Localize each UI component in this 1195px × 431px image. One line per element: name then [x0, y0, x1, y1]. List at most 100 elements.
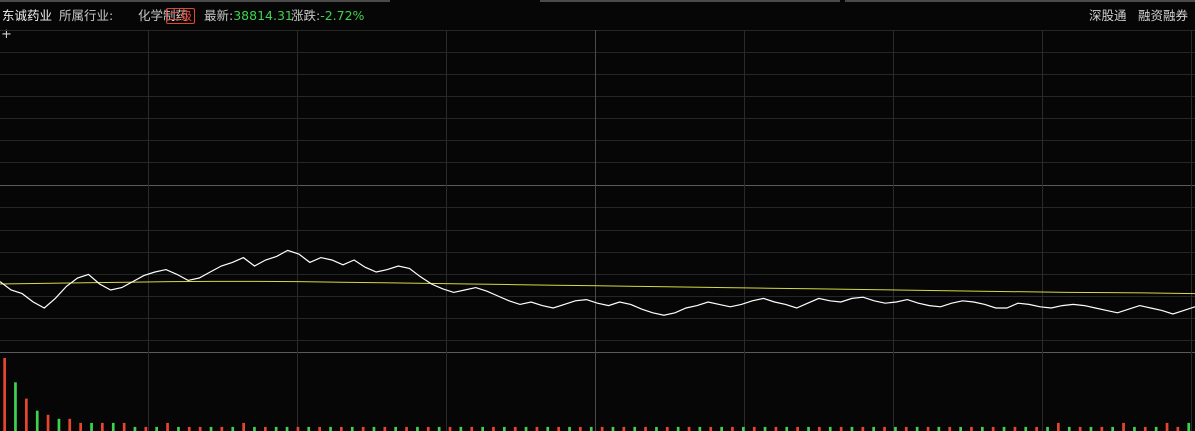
volume-bar — [340, 426, 343, 431]
volume-bar — [970, 426, 973, 431]
volume-bar — [937, 426, 941, 431]
volume-bar — [915, 426, 919, 431]
volume-bar — [372, 426, 376, 431]
volume-bar — [579, 426, 582, 431]
average-price-line — [0, 280, 1195, 295]
volume-bar — [774, 426, 778, 431]
chart-grid — [0, 30, 1195, 431]
volume-bar — [665, 426, 669, 431]
volume-bar — [720, 426, 723, 431]
volume-bar — [307, 426, 311, 431]
volume-bar — [687, 426, 691, 431]
volume-bar — [383, 426, 387, 431]
volume-bar — [79, 422, 82, 431]
volume-bar — [785, 426, 789, 431]
volume-bar — [535, 426, 539, 431]
volume-bar — [894, 426, 897, 431]
volume-bar — [144, 426, 148, 431]
volume-bar — [242, 422, 245, 431]
volume-bar — [394, 426, 397, 431]
volume-bar — [274, 426, 278, 431]
volume-bar — [589, 426, 593, 431]
volume-bar — [655, 426, 658, 431]
volume-bars — [3, 358, 1191, 431]
volume-bar — [981, 426, 984, 431]
volume-bar — [1013, 426, 1017, 431]
volume-bar — [90, 422, 93, 431]
volume-bar — [437, 426, 441, 431]
volume-bar — [329, 426, 332, 431]
volume-bar — [416, 426, 419, 431]
volume-bar — [57, 418, 61, 431]
volume-bar — [1035, 426, 1038, 431]
volume-bar — [839, 426, 843, 431]
volume-bar — [361, 426, 365, 431]
volume-bar — [111, 422, 115, 431]
volume-bar — [350, 426, 354, 431]
volume-bar — [991, 426, 995, 431]
volume-bar — [1057, 422, 1060, 431]
volume-bar — [459, 426, 463, 431]
volume-bar — [524, 426, 528, 431]
volume-bar — [426, 426, 430, 431]
volume-bar — [1133, 426, 1136, 431]
volume-bar — [904, 426, 908, 431]
volume-bar — [1122, 422, 1125, 431]
price-line — [0, 249, 1195, 316]
volume-bar — [198, 426, 202, 431]
volume-bar — [155, 426, 158, 431]
volume-bar — [828, 426, 832, 431]
volume-bar — [568, 426, 571, 431]
volume-bar — [796, 426, 799, 431]
volume-bar — [46, 414, 50, 431]
volume-bar — [883, 426, 886, 431]
volume-bar — [187, 426, 191, 431]
volume-bar — [166, 422, 169, 431]
volume-bar — [264, 426, 267, 431]
volume-bar — [481, 426, 484, 431]
volume-bar — [1067, 426, 1071, 431]
volume-bar — [676, 426, 680, 431]
volume-bar — [611, 426, 615, 431]
volume-bar — [133, 426, 137, 431]
volume-bar — [492, 426, 495, 431]
volume-bar — [872, 426, 875, 431]
volume-bar — [644, 426, 647, 431]
volume-bar — [318, 426, 321, 431]
volume-bar — [861, 426, 865, 431]
volume-bar — [959, 426, 962, 431]
volume-bar — [546, 426, 550, 431]
volume-bar — [752, 426, 756, 431]
volume-bar — [948, 426, 952, 431]
volume-bar — [1111, 426, 1114, 431]
volume-bar — [513, 426, 517, 431]
volume-bar — [3, 358, 6, 431]
volume-bar — [1024, 426, 1028, 431]
volume-bar — [557, 426, 560, 431]
volume-bar — [633, 426, 637, 431]
volume-bar — [503, 426, 506, 431]
volume-bar — [600, 426, 604, 431]
volume-bar — [807, 426, 810, 431]
volume-bar — [709, 426, 713, 431]
volume-bar — [220, 426, 224, 431]
volume-bar — [296, 426, 300, 431]
volume-bar — [209, 426, 213, 431]
volume-bar — [25, 398, 28, 431]
volume-bar — [763, 426, 767, 431]
intraday-chart — [0, 30, 1195, 431]
volume-bar — [850, 426, 854, 431]
volume-bar — [1046, 426, 1049, 431]
volume-bar — [101, 422, 104, 431]
volume-bar — [35, 410, 39, 431]
volume-bar — [1143, 426, 1147, 431]
volume-bar — [470, 426, 474, 431]
volume-bar — [1089, 426, 1093, 431]
volume-bar — [68, 418, 72, 431]
volume-bar — [448, 426, 452, 431]
volume-bar — [177, 426, 180, 431]
volume-bar — [253, 426, 256, 431]
volume-bar — [1100, 426, 1104, 431]
volume-bar — [818, 426, 821, 431]
volume-bar — [1002, 426, 1006, 431]
